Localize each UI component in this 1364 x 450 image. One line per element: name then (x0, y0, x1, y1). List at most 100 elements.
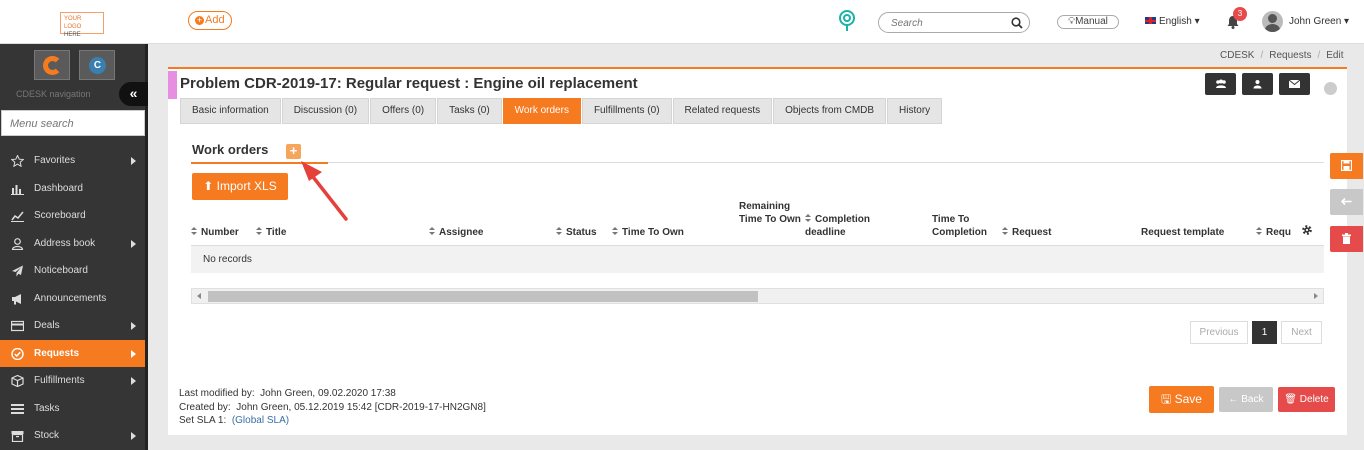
tab-offers[interactable]: Offers (0) (370, 98, 437, 124)
sort-icon (805, 214, 811, 223)
status-color-bar (168, 71, 177, 99)
breadcrumb-item-cdesk[interactable]: CDESK (1220, 50, 1254, 61)
add-work-order-button[interactable]: + (286, 144, 301, 159)
add-button[interactable]: + Add (188, 11, 232, 30)
import-label: Import XLS (216, 179, 277, 193)
col-header-time-to-completion[interactable]: Time To Completion (932, 213, 997, 239)
next-page-button[interactable]: Next (1281, 321, 1322, 344)
menu-search[interactable] (1, 110, 145, 136)
tab-work-orders[interactable]: Work orders (502, 98, 581, 124)
previous-page-button[interactable]: Previous (1190, 321, 1248, 344)
col-header-label: Request template (1141, 227, 1225, 238)
floating-delete-button[interactable] (1330, 226, 1363, 252)
chevron-right-icon (131, 322, 136, 330)
scrollbar-thumb[interactable] (208, 291, 758, 302)
top-bar: YOUR LOGO HERE +Add 💡︎Manual English ▾ 3… (0, 0, 1364, 44)
tab-tasks[interactable]: Tasks (0) (437, 98, 502, 124)
sort-icon (1256, 227, 1262, 236)
manual-button[interactable]: 💡︎Manual (1057, 15, 1119, 29)
plus-icon: + (195, 15, 204, 25)
sidebar: C CDESK navigation « Favorites Dashboard… (0, 44, 148, 450)
caret-down-icon: ▾ (1194, 16, 1200, 27)
search-icon[interactable] (1011, 17, 1023, 29)
col-header-assignee[interactable]: Assignee (429, 226, 483, 239)
pagination: Previous 1 Next (1190, 321, 1322, 344)
back-button[interactable]: ← Back (1219, 387, 1273, 412)
tab-basic-information[interactable]: Basic information (180, 98, 281, 124)
page-title: Problem CDR-2019-17: Regular request : E… (180, 75, 638, 92)
sort-icon (1002, 227, 1008, 236)
current-page-button[interactable]: 1 (1252, 321, 1277, 344)
scroll-left-icon[interactable] (197, 293, 201, 299)
save-button[interactable]: 🖫︎ Save (1149, 386, 1214, 413)
sidebar-item-label: Fulfillments (34, 375, 85, 386)
star-icon (11, 155, 24, 167)
sidebar-item-favorites[interactable]: Favorites (0, 147, 145, 175)
avatar (1262, 11, 1283, 32)
menu-search-input[interactable] (10, 116, 130, 131)
back-label: Back (1241, 394, 1264, 405)
language-selector[interactable]: English ▾ (1145, 16, 1200, 27)
annotation-arrow (301, 161, 348, 221)
group-users-button[interactable] (1205, 73, 1236, 95)
collapse-sidebar-button[interactable]: « (119, 82, 148, 106)
tab-fulfillments[interactable]: Fulfillments (0) (581, 98, 672, 124)
col-header-label: Request (1012, 227, 1052, 238)
sidebar-item-requests[interactable]: Requests (0, 339, 145, 367)
user-menu[interactable]: John Green ▾ (1262, 11, 1349, 33)
floating-save-button[interactable] (1330, 153, 1363, 179)
col-header-number[interactable]: Number (191, 226, 239, 239)
global-search-input[interactable] (891, 16, 1001, 30)
scroll-right-icon[interactable] (1314, 293, 1318, 299)
delete-button[interactable]: 🗑︎ Delete (1278, 387, 1335, 412)
sidebar-item-dashboard[interactable]: Dashboard (0, 175, 145, 203)
logo-line1: YOUR LOGO (64, 16, 82, 30)
col-header-request[interactable]: Request (1002, 226, 1051, 239)
tab-discussion[interactable]: Discussion (0) (281, 98, 370, 124)
sidebar-item-address-book[interactable]: Address book (0, 230, 145, 258)
email-button[interactable] (1279, 73, 1310, 95)
logo-line2: HERE (64, 32, 81, 38)
col-header-completion-deadline[interactable]: Completion deadline (805, 213, 895, 239)
cdesk-app-logo[interactable] (34, 50, 70, 80)
user-button[interactable] (1242, 73, 1273, 95)
sla-link[interactable]: (Global SLA) (232, 415, 289, 426)
col-header-title[interactable]: Title (256, 226, 286, 239)
sidebar-item-noticeboard[interactable]: Noticeboard (0, 257, 145, 285)
location-pin-icon[interactable] (838, 10, 856, 32)
card-icon (11, 320, 24, 332)
col-header-requ[interactable]: Requ (1256, 226, 1291, 239)
breadcrumb: CDESK / Requests / Edit (1220, 50, 1344, 61)
col-header-request-template[interactable]: Request template (1141, 226, 1224, 239)
sidebar-item-deals[interactable]: Deals (0, 312, 145, 340)
import-xls-button[interactable]: ⬆ Import XLS (192, 173, 288, 200)
sidebar-item-fulfillments[interactable]: Fulfillments (0, 367, 145, 395)
tab-related-requests[interactable]: Related requests (672, 98, 773, 124)
secondary-app-logo[interactable]: C (79, 50, 115, 80)
col-header-label: Time To Completion (932, 214, 987, 238)
check-circle-icon (11, 347, 24, 360)
expand-icon[interactable] (1324, 82, 1337, 95)
floating-back-button[interactable] (1330, 189, 1363, 215)
list-icon (11, 403, 24, 414)
caret-down-icon: ▾ (1344, 16, 1350, 28)
manual-label: Manual (1075, 16, 1108, 27)
tab-objects-from-cmdb[interactable]: Objects from CMDB (773, 98, 887, 124)
col-header-label: Title (266, 227, 287, 238)
horizontal-scrollbar[interactable] (191, 288, 1324, 304)
global-search[interactable] (878, 12, 1030, 33)
col-header-status[interactable]: Status (556, 226, 597, 239)
created-value: John Green, 05.12.2019 15:42 [CDR-2019-1… (236, 401, 486, 413)
gear-icon[interactable] (1301, 224, 1313, 236)
nav-title: CDESK navigation (16, 89, 91, 99)
sidebar-item-tasks[interactable]: Tasks (0, 395, 145, 423)
tab-history[interactable]: History (887, 98, 943, 124)
col-header-remaining-time-to-own[interactable]: Remaining Time To Own (739, 200, 809, 226)
sidebar-item-announcements[interactable]: Announcements (0, 285, 145, 313)
company-logo[interactable]: YOUR LOGO HERE (60, 12, 104, 38)
col-header-time-to-own[interactable]: Time To Own (612, 226, 684, 239)
sidebar-menu: Favorites Dashboard Scoreboard Address b… (0, 147, 145, 450)
breadcrumb-item-requests[interactable]: Requests (1269, 50, 1311, 61)
sidebar-item-stock[interactable]: Stock (0, 422, 145, 450)
sidebar-item-scoreboard[interactable]: Scoreboard (0, 202, 145, 230)
